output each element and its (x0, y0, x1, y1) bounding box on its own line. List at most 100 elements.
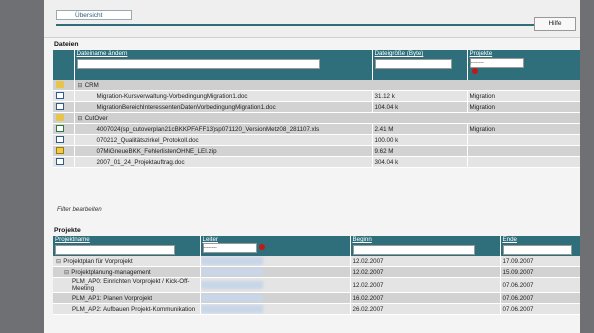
file-name-cell[interactable]: 070212_Qualitätszirkel_Protokoll.doc (74, 134, 373, 146)
folder-name-cell[interactable]: ⊟ CRM (74, 80, 580, 91)
excel-document-icon (56, 125, 64, 133)
file-size-cell: 104.04 k (372, 101, 468, 113)
collapse-icon[interactable]: ⊟ (78, 82, 83, 89)
file-size-cell: 304.04 k (372, 156, 468, 168)
projekte-header-row: Projektname Leiter -------- Beginn Ende (53, 236, 580, 256)
file-name-cell[interactable]: MigrationBereichInteressentenDatenVorbed… (74, 101, 373, 113)
filesize-filter-input[interactable] (374, 59, 452, 69)
header-ende-label[interactable]: Ende (503, 236, 517, 243)
file-row[interactable]: 07MiGneueBKK_FehlerlistenOHNE_LEI.zip 9.6… (53, 145, 580, 157)
end-date: 07.06.2007 (502, 281, 534, 289)
file-name-cell[interactable]: 07MiGneueBKK_FehlerlistenOHNE_LEI.zip (74, 145, 373, 157)
file-row[interactable]: 070212_Qualitätszirkel_Protokoll.doc 100.… (53, 134, 580, 146)
folder-row[interactable]: ⊟ CutOver (53, 112, 580, 124)
file-name-cell[interactable]: 2007_01_24_Projektauftrag.doc (74, 156, 373, 168)
file-size: 9.62 M (374, 147, 394, 155)
header-filesize-label[interactable]: Dateigröße (Byte) (375, 50, 424, 57)
clear-filter-icon[interactable] (471, 68, 478, 75)
project-name-cell[interactable]: PLM_AP0: Einrichten Vorprojekt / Kick-Of… (53, 277, 201, 293)
header-filename[interactable]: Dateiname ändern (74, 50, 373, 80)
header-ende[interactable]: Ende (500, 236, 580, 256)
dateien-header-row: Dateiname ändern Dateigröße (Byte) Proje… (53, 50, 580, 80)
file-project-cell (467, 134, 580, 146)
projekte-table: Projektname Leiter -------- Beginn Ende ⊟… (53, 236, 580, 315)
header-projekte[interactable]: Projekte -------- (467, 50, 580, 80)
help-button[interactable]: Hilfe (534, 17, 576, 31)
file-row[interactable]: MigrationBereichInteressentenDatenVorbed… (53, 101, 580, 113)
project-name[interactable]: PLM_AP1: Planen Vorprojekt (72, 295, 152, 302)
file-name-link[interactable]: 4007024(sp_cutoverplan21cBKKPFAFF13)sp07… (97, 126, 320, 133)
begin-cell: 12.02.2007 (350, 256, 501, 267)
header-projektname[interactable]: Projektname (53, 236, 201, 256)
header-beginn-label[interactable]: Beginn (353, 236, 372, 243)
file-name-cell[interactable]: Migration-Kursverwaltung-VorbedingungMig… (74, 90, 373, 102)
project-name-cell[interactable]: PLM_AP2: Aufbauen Projekt-Kommunikation (53, 303, 201, 315)
filter-edit-link[interactable]: Filter bearbeiten (57, 206, 102, 213)
project-row[interactable]: PLM_AP2: Aufbauen Projekt-Kommunikation 2… (53, 303, 580, 315)
clear-leiter-icon[interactable] (258, 244, 265, 251)
begin-date: 12.02.2007 (352, 257, 384, 265)
begin-date: 16.02.2007 (352, 294, 384, 302)
row-icon-cell (53, 156, 75, 168)
project-row[interactable]: PLM_AP1: Planen Vorprojekt 16.02.2007 07.0… (53, 292, 580, 304)
project-row[interactable]: ⊟ Projektplan für Vorprojekt 12.02.2007 17.… (53, 256, 580, 267)
header-beginn[interactable]: Beginn (350, 236, 501, 256)
leiter-cell (200, 256, 351, 267)
header-filename-label[interactable]: Dateiname ändern (77, 50, 128, 57)
header-leiter[interactable]: Leiter -------- (200, 236, 351, 256)
row-icon-cell (53, 134, 75, 146)
end-date: 07.06.2007 (502, 294, 534, 302)
app-window: Übersicht Hilfe Dateien Dateiname ändern… (44, 0, 580, 333)
zip-file-icon (56, 147, 64, 155)
project-name[interactable]: PLM_AP0: Einrichten Vorprojekt / Kick-Of… (72, 278, 190, 292)
collapse-icon[interactable]: ⊟ (78, 115, 83, 122)
project-name-cell[interactable]: ⊟ Projektplanung-management (53, 266, 201, 278)
tab-uebersicht[interactable]: Übersicht (56, 10, 132, 20)
collapse-icon[interactable]: ⊟ (56, 258, 61, 265)
project-row[interactable]: ⊟ Projektplanung-management 12.02.2007 15.0… (53, 266, 580, 278)
filename-filter-input[interactable] (76, 59, 321, 69)
leiter-cell (200, 303, 351, 315)
project-name[interactable]: Projektplan für Vorprojekt (63, 258, 132, 265)
header-filesize[interactable]: Dateigröße (Byte) (372, 50, 468, 80)
leiter-filter-select[interactable]: -------- (202, 243, 257, 253)
dateien-table: Dateiname ändern Dateigröße (Byte) Proje… (53, 50, 580, 168)
file-row[interactable]: Migration-Kursverwaltung-VorbedingungMig… (53, 90, 580, 102)
project-name[interactable]: Projektplanung-management (71, 269, 150, 276)
project-name-cell[interactable]: ⊟ Projektplan für Vorprojekt (53, 256, 201, 267)
file-size: 100.00 k (374, 136, 399, 144)
projekte-filter-select[interactable]: -------- (469, 58, 524, 68)
file-size-cell: 100.00 k (372, 134, 468, 146)
leiter-redacted (200, 268, 263, 276)
collapse-icon[interactable]: ⊟ (64, 269, 69, 276)
project-name-cell[interactable]: PLM_AP1: Planen Vorprojekt (53, 292, 201, 304)
folder-name-cell[interactable]: ⊟ CutOver (74, 112, 580, 124)
file-size-cell: 9.62 M (372, 145, 468, 157)
file-row[interactable]: 2007_01_24_Projektauftrag.doc 304.04 k (53, 156, 580, 168)
ende-filter-input[interactable] (502, 245, 572, 255)
file-name-link[interactable]: 070212_Qualitätszirkel_Protokoll.doc (97, 137, 199, 144)
folder-name[interactable]: CRM (85, 82, 99, 89)
file-name-cell[interactable]: 4007024(sp_cutoverplan21cBKKPFAFF13)sp07… (74, 123, 373, 135)
file-name-link[interactable]: 2007_01_24_Projektauftrag.doc (97, 159, 185, 166)
file-name-link[interactable]: MigrationBereichInteressentenDatenVorbed… (97, 104, 276, 111)
file-name-link[interactable]: 07MiGneueBKK_FehlerlistenOHNE_LEI.zip (97, 148, 217, 155)
project-row[interactable]: PLM_AP0: Einrichten Vorprojekt / Kick-Of… (53, 277, 580, 293)
project-name[interactable]: PLM_AP2: Aufbauen Projekt-Kommunikation (72, 306, 195, 313)
folder-icon (56, 114, 64, 122)
beginn-filter-input[interactable] (352, 245, 476, 255)
file-size: 31.12 k (374, 92, 395, 100)
leiter-cell (200, 277, 351, 293)
file-project-cell: Migration (467, 101, 580, 113)
header-projekte-label[interactable]: Projekte (470, 50, 493, 57)
header-leiter-label[interactable]: Leiter (203, 236, 218, 243)
file-row[interactable]: 4007024(sp_cutoverplan21cBKKPFAFF13)sp07… (53, 123, 580, 135)
folder-row[interactable]: ⊟ CRM (53, 80, 580, 91)
header-projektname-label[interactable]: Projektname (55, 236, 90, 243)
begin-cell: 16.02.2007 (350, 292, 501, 304)
projektname-filter-input[interactable] (55, 245, 176, 255)
dateien-section-title: Dateien (54, 41, 79, 48)
folder-name[interactable]: CutOver (85, 115, 108, 122)
file-name-link[interactable]: Migration-Kursverwaltung-VorbedingungMig… (97, 93, 248, 100)
begin-date: 26.02.2007 (352, 305, 384, 313)
